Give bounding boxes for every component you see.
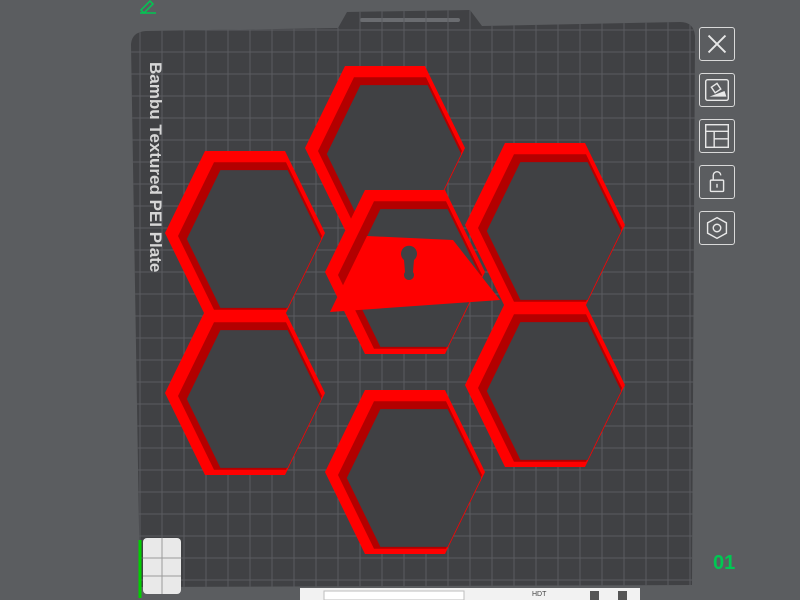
- auto-orient-icon: [705, 78, 729, 102]
- arrange-button[interactable]: [699, 119, 735, 153]
- close-icon: [707, 34, 727, 54]
- download-icon[interactable]: [618, 591, 627, 600]
- bottom-toolbar[interactable]: HDT: [300, 582, 640, 600]
- upload-icon[interactable]: [590, 591, 599, 600]
- plate-number[interactable]: 01: [713, 552, 735, 575]
- plate-label: Bambu Textured PEI Plate: [146, 62, 165, 272]
- mode-label: HDT: [532, 591, 547, 598]
- gear-icon: [706, 216, 728, 240]
- auto-orient-button[interactable]: [699, 73, 735, 107]
- arrange-icon: [705, 124, 729, 148]
- settings-button[interactable]: [699, 211, 735, 245]
- close-button[interactable]: [699, 27, 735, 61]
- edit-icon[interactable]: [138, 0, 158, 14]
- lock-button[interactable]: [699, 165, 735, 199]
- plate-handle: [360, 18, 460, 22]
- orientation-cube[interactable]: [138, 538, 181, 598]
- 3d-viewport[interactable]: Bambu Textured PEI Plate: [0, 0, 800, 600]
- layer-slider[interactable]: [323, 590, 465, 600]
- unlock-icon: [709, 170, 725, 193]
